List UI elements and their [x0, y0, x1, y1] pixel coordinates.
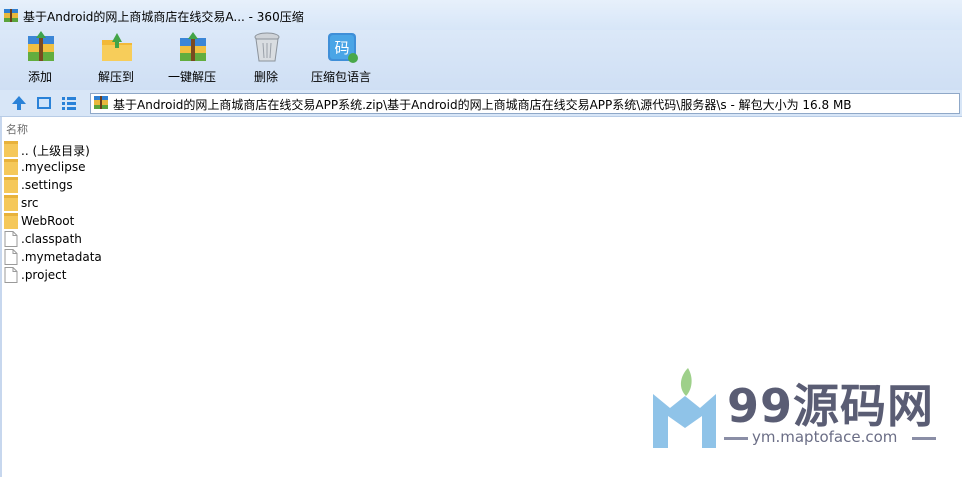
item-name: .settings — [21, 178, 73, 192]
item-name: WebRoot — [21, 214, 75, 228]
thumbnail-view-icon[interactable] — [35, 94, 53, 112]
watermark-title: 99源码网 — [727, 379, 935, 433]
list-view-icon[interactable] — [60, 94, 78, 112]
list-item-parent-dir[interactable]: .. (上级目录) — [3, 140, 203, 158]
archive-language-icon: 码 — [328, 33, 358, 63]
list-item-classpath[interactable]: .classpath — [3, 230, 203, 248]
list-item-myeclipse[interactable]: .myeclipse — [3, 158, 203, 176]
delete-trash-icon — [254, 32, 280, 62]
svg-text:码: 码 — [334, 39, 349, 57]
zip-archive-icon — [94, 96, 108, 109]
extract-to-label: 解压到 — [97, 70, 134, 84]
archive-path: 基于Android的网上商城商店在线交易APP系统.zip\基于Android的… — [113, 98, 852, 112]
folder-icon — [4, 213, 18, 229]
archive-language-button[interactable]: 码 压缩包语言 — [311, 30, 371, 88]
file-icon — [4, 249, 18, 265]
folder-icon — [4, 177, 18, 193]
one-click-extract-button[interactable]: 一键解压 — [162, 30, 222, 88]
list-item-project[interactable]: .project — [3, 266, 203, 284]
pane-border — [0, 117, 2, 477]
list-item-settings[interactable]: .settings — [3, 176, 203, 194]
folder-icon — [4, 159, 18, 175]
watermark-url: ym.maptoface.com — [752, 428, 898, 446]
one-click-extract-label: 一键解压 — [167, 70, 216, 84]
file-list: .. (上级目录) .myeclipse .settings src WebRo… — [3, 140, 203, 284]
item-name: .. (上级目录) — [21, 144, 90, 158]
delete-button[interactable]: 删除 — [236, 30, 296, 88]
list-item-webroot[interactable]: WebRoot — [3, 212, 203, 230]
toolbar: 添加 解压到 一键解压 删除 码 压缩包语言 — [0, 30, 962, 90]
item-name: .myeclipse — [21, 160, 86, 174]
path-field[interactable]: 基于Android的网上商城商店在线交易APP系统.zip\基于Android的… — [90, 93, 960, 114]
item-name: .mymetadata — [21, 250, 102, 264]
address-bar: 基于Android的网上商城商店在线交易APP系统.zip\基于Android的… — [0, 90, 962, 117]
title-bar: 基于Android的网上商城商店在线交易A... - 360压缩 — [0, 0, 962, 30]
item-name: src — [21, 196, 39, 210]
watermark-divider — [724, 437, 748, 440]
item-name: .classpath — [21, 232, 82, 246]
list-item-mymetadata[interactable]: .mymetadata — [3, 248, 203, 266]
file-icon — [4, 231, 18, 247]
add-label: 添加 — [27, 70, 52, 84]
watermark-logo — [653, 368, 716, 448]
one-click-extract-icon — [180, 32, 206, 61]
folder-icon — [4, 195, 18, 211]
extract-to-icon — [102, 33, 132, 61]
add-archive-icon — [28, 31, 54, 61]
file-icon — [4, 267, 18, 283]
archive-language-label: 压缩包语言 — [310, 70, 371, 84]
delete-label: 删除 — [253, 70, 278, 84]
watermark-divider — [912, 437, 936, 440]
folder-icon — [4, 141, 18, 157]
column-header-name[interactable]: 名称 — [6, 121, 28, 137]
archive-app-icon — [4, 9, 18, 22]
up-arrow-icon[interactable] — [10, 94, 28, 112]
window-title: 基于Android的网上商城商店在线交易A... - 360压缩 — [23, 10, 304, 24]
add-button[interactable]: 添加 — [10, 30, 70, 88]
item-name: .project — [21, 268, 67, 282]
list-item-src[interactable]: src — [3, 194, 203, 212]
extract-to-button[interactable]: 解压到 — [86, 30, 146, 88]
